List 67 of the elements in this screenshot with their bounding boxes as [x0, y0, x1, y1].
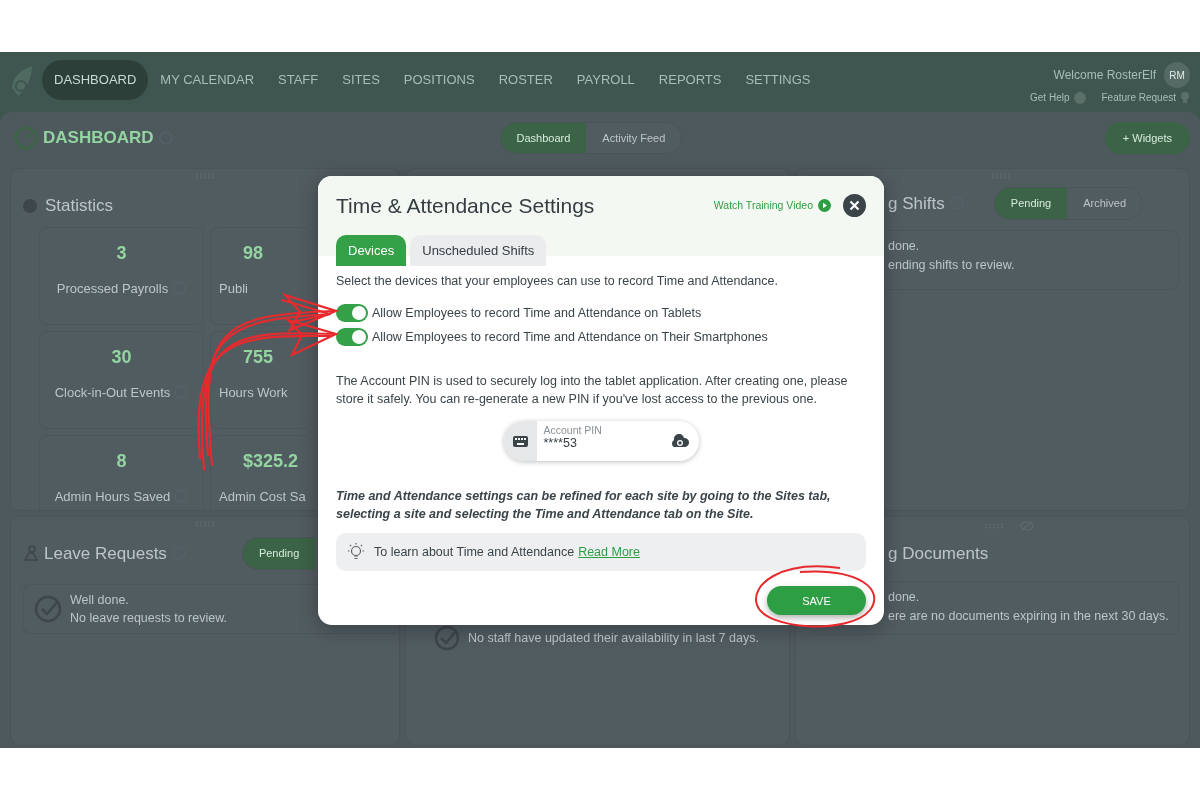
nav-item[interactable]: DASHBOARD [42, 60, 149, 100]
nav-item[interactable]: SITES [330, 60, 392, 100]
intro-text: Select the devices that your employees can use to record Time and Attendance. [336, 273, 779, 290]
nav-item[interactable]: REPORTS [646, 60, 734, 100]
read-more-link[interactable]: Read More [578, 542, 640, 562]
switch-label: Allow Employees to record Time and Attendance on Their Smartphones [372, 328, 768, 346]
close-icon [849, 200, 860, 212]
page-title: DASHBOARD [43, 127, 154, 150]
stat-label: Hours Work [219, 383, 288, 402]
stat-label: Clock-in-Out Events [54, 383, 171, 402]
dialog-title: Time & Attendance Settings [336, 193, 595, 219]
field-label: Account PIN [543, 425, 602, 437]
toggle-switch[interactable] [336, 327, 368, 346]
add-widgets-button[interactable]: + Widgets [1104, 121, 1190, 155]
dialog-tab[interactable]: Unscheduled Shifts [410, 234, 547, 266]
save-button[interactable]: SAVE [767, 586, 866, 616]
cloud-refresh-icon[interactable] [669, 434, 689, 449]
message-text: Well done. [70, 591, 130, 609]
nav-item[interactable]: ROSTER [486, 60, 565, 100]
stat-value: 755 [242, 345, 275, 369]
keyboard-icon [512, 435, 528, 447]
close-button[interactable] [843, 194, 866, 218]
message-text: ere are no documents expiring in the next 30 days. [888, 607, 1170, 625]
nav-item[interactable]: STAFF [266, 60, 331, 100]
stat-value: 3 [115, 241, 128, 265]
stat-value: 8 [115, 449, 128, 473]
stat-label: Admin Hours Saved [54, 487, 171, 506]
switch-label: Allow Employees to record Time and Attendance on Tablets [372, 304, 702, 322]
message-text: No leave requests to review. [70, 609, 228, 627]
message-text: ending shifts to review. [888, 256, 1016, 274]
toggle-switch[interactable] [336, 304, 368, 323]
feature-request-link[interactable]: Feature Request [1101, 90, 1176, 105]
nav-item[interactable]: MY CALENDAR [148, 60, 267, 100]
stat-label: Admin Cost Sa [219, 487, 306, 506]
tip-text: To learn about Time and Attendance [374, 543, 575, 561]
filter-tab[interactable]: Pending [994, 188, 1068, 219]
check-circle-icon [434, 625, 460, 651]
panel-title: Statistics [45, 195, 114, 217]
play-icon[interactable] [818, 199, 831, 213]
bulb-icon[interactable] [1180, 91, 1190, 104]
gauge-icon [14, 126, 38, 150]
view-tab[interactable]: Dashboard [500, 122, 587, 154]
panel-title: g Documents [888, 544, 989, 563]
pin-value: ****53 [543, 436, 578, 451]
nav-item[interactable]: PAYROLL [564, 60, 647, 100]
dialog-tab[interactable]: Devices [336, 234, 407, 266]
message-text: done. [888, 588, 921, 606]
filter-tab[interactable]: Pending [242, 538, 316, 569]
pin-info-text: The Account PIN is used to securely log into the tablet application. After creating one, please store it safely. You can re-generate a new PIN if you've lost access to the previous one. [336, 373, 849, 409]
stat-value: 30 [110, 345, 133, 369]
pin-field[interactable]: Account PIN ****53 [503, 421, 699, 462]
stat-value: 98 [242, 241, 265, 265]
note-text: Time and Attendance settings can be refined for each site by going to the Sites tab, selecting a site and selecting the Time and Attendance tab on the Site. [336, 488, 832, 524]
message-text: No staff have updated their availability in last 7 days. [468, 629, 759, 647]
stat-value: $325.2 [242, 449, 300, 473]
nav-item[interactable]: POSITIONS [391, 60, 487, 100]
stat-label: Processed Payrolls [56, 279, 169, 298]
panel-title: Leave Requests [44, 542, 167, 565]
stat-label: Publi [219, 279, 248, 298]
check-circle-icon [34, 594, 62, 623]
avatar[interactable]: RM [1164, 62, 1190, 88]
message-text: done. [888, 237, 921, 255]
panel-title: g Shifts [888, 192, 945, 215]
welcome-text: Welcome RosterElf [1053, 67, 1156, 84]
help-link[interactable]: Get Help [1030, 90, 1070, 105]
training-video-link[interactable]: Watch Training Video [713, 197, 813, 214]
nav-item[interactable]: SETTINGS [733, 60, 823, 100]
